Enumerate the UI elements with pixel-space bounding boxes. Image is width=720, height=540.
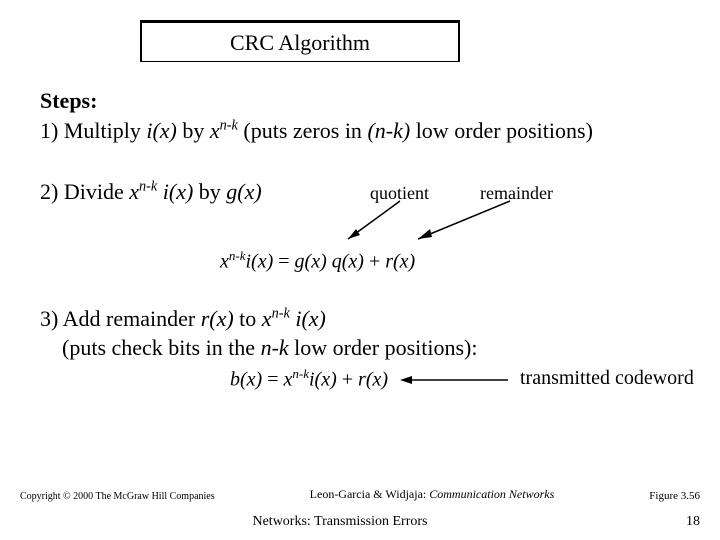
steps-heading: Steps: <box>40 86 690 116</box>
step-3-line2a: (puts check bits in the <box>40 335 261 360</box>
step-1-pre: Multiply <box>58 118 146 143</box>
eq1-lhs-x: x <box>220 251 229 273</box>
footer-top-row: Copyright © 2000 The McGraw Hill Compani… <box>0 487 720 514</box>
step-1-nk: (n-k) <box>367 118 410 143</box>
step-3-line2b: low order positions): <box>289 335 478 360</box>
step-2-num: 2) <box>40 179 58 204</box>
eq2-eq: = <box>262 369 283 391</box>
transmitted-arrow-icon <box>400 374 510 386</box>
step-1-xnk: x <box>210 118 220 143</box>
step-3-ix: i(x) <box>290 306 326 331</box>
step-1-by: by <box>177 118 210 143</box>
step-1: 1) Multiply i(x) by xn-k (puts zeros in … <box>40 116 690 146</box>
step-1-num: 1) <box>40 118 58 143</box>
step-1-tail: (puts zeros in <box>238 118 368 143</box>
step-2: 2) Divide xn-k i(x) by g(x) quotient rem… <box>40 177 690 207</box>
reference-italic: Communication Networks <box>429 487 554 501</box>
remainder-arrow-icon <box>410 199 530 259</box>
eq2-plus: + <box>337 369 358 391</box>
footer: Copyright © 2000 The McGraw Hill Compani… <box>0 487 720 530</box>
transmitted-codeword-label: transmitted codeword <box>520 365 694 392</box>
eq2-sup: n-k <box>292 366 309 381</box>
eq1-eq: = <box>273 251 294 273</box>
step-2-gx: g(x) <box>226 179 261 204</box>
step-3-rx: r(x) <box>201 306 234 331</box>
eq2-bx: b(x) <box>230 369 262 391</box>
step-2-pre: Divide <box>58 179 129 204</box>
step-3-xnk-sup: n-k <box>272 305 290 321</box>
step-1-ix: i(x) <box>146 118 177 143</box>
step-3-pre: Add remainder <box>58 306 200 331</box>
quotient-arrow-icon <box>340 199 420 259</box>
footer-bottom-row: Networks: Transmission Errors 18 <box>0 514 720 530</box>
content-area: Steps: 1) Multiply i(x) by xn-k (puts ze… <box>40 86 690 394</box>
eq2-ix: i(x) <box>309 369 337 391</box>
step-3-mid: to <box>234 306 262 331</box>
step-3-xnk: x <box>262 306 272 331</box>
title-box: CRC Algorithm <box>140 20 460 62</box>
step-2-xnk: x <box>129 179 139 204</box>
step-3: 3) Add remainder r(x) to xn-k i(x) (puts… <box>40 304 690 363</box>
step-2-by: by <box>193 179 226 204</box>
copyright-text: Copyright © 2000 The McGraw Hill Compani… <box>20 491 215 502</box>
eq1-lhs-sup: n-k <box>229 248 246 263</box>
step-1-xnk-sup: n-k <box>220 117 238 133</box>
eq1-lhs-ix: i(x) <box>246 251 274 273</box>
page-number: 18 <box>660 514 700 530</box>
step-2-xnk-sup: n-k <box>139 179 157 195</box>
slide-title: CRC Algorithm <box>142 23 458 61</box>
figure-label: Figure 3.56 <box>649 490 700 502</box>
step-3-num: 3) <box>40 306 58 331</box>
step-3-nk: n-k <box>261 335 289 360</box>
footer-center-text: Networks: Transmission Errors <box>20 514 660 530</box>
eq2-rx: r(x) <box>358 369 388 391</box>
reference-text: Leon-Garcia & Widjaja: Communication Net… <box>215 487 650 502</box>
step-2-ix: i(x) <box>157 179 193 204</box>
reference-plain: Leon-Garcia & Widjaja: <box>310 487 430 501</box>
equation-2: b(x) = xn-ki(x) + r(x) transmitted codew… <box>230 365 690 394</box>
step-1-tail2: low order positions) <box>410 118 593 143</box>
